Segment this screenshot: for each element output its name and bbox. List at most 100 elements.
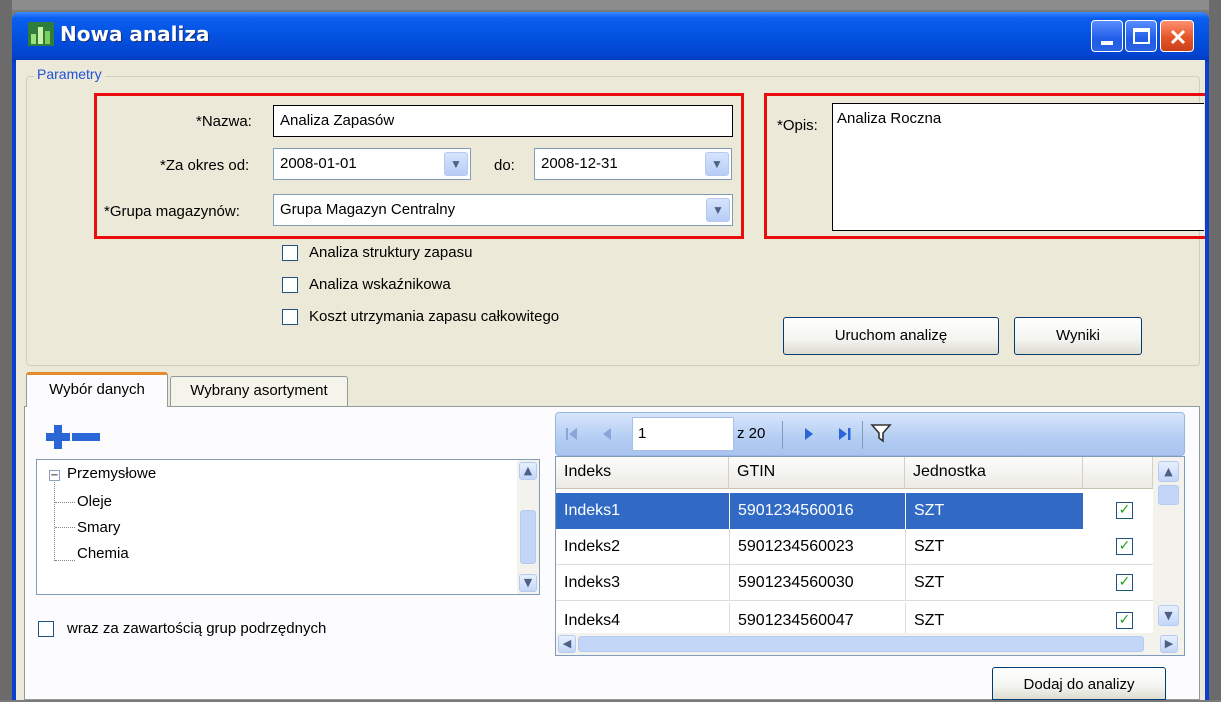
- tree-scroll-thumb[interactable]: [520, 510, 536, 564]
- period-from-date-picker[interactable]: 2008-01-01 ▼: [273, 148, 471, 180]
- cell-indeks: Indeks1: [564, 502, 621, 519]
- filter-icon[interactable]: [870, 423, 892, 443]
- cell-gtin: 5901234560016: [729, 493, 905, 529]
- tree-branch: [55, 502, 75, 503]
- analysis-app-icon: [28, 22, 54, 46]
- grid-hscroll-thumb[interactable]: [578, 636, 1144, 652]
- tree-node-root[interactable]: Przemysłowe: [67, 465, 156, 482]
- scroll-down-icon[interactable]: ▼: [519, 574, 537, 592]
- page-number-input[interactable]: 1: [632, 417, 734, 451]
- name-label: *Nazwa:: [196, 113, 252, 130]
- assortment-grid[interactable]: Indeks GTIN Jednostka Indeks1 5901234560…: [555, 456, 1185, 656]
- column-header-indeks[interactable]: Indeks: [556, 457, 729, 489]
- tree-node-greases[interactable]: Smary: [77, 519, 120, 536]
- cell-indeks: Indeks2: [564, 538, 621, 555]
- name-value: Analiza Zapasów: [280, 112, 395, 129]
- warehouse-group-select[interactable]: Grupa Magazyn Centralny ▼: [273, 194, 733, 226]
- scroll-up-icon[interactable]: ▲: [1158, 461, 1179, 482]
- minus-icon: [72, 433, 100, 441]
- indicator-analysis-label: Analiza wskaźnikowa: [309, 276, 451, 293]
- subgroups-checkbox[interactable]: [38, 621, 54, 637]
- cell-check: ✓: [1083, 493, 1153, 529]
- column-header-check[interactable]: [1083, 457, 1153, 489]
- chevron-down-icon[interactable]: ▼: [444, 152, 468, 176]
- table-row[interactable]: Indeks2 5901234560023 SZT ✓: [556, 529, 1153, 565]
- description-value: Analiza Roczna: [837, 110, 942, 127]
- grid-horizontal-scrollbar[interactable]: ◀ ▶: [556, 633, 1184, 655]
- grid-vertical-scrollbar[interactable]: ▲ ▼: [1153, 457, 1184, 633]
- close-button[interactable]: [1160, 20, 1194, 52]
- period-to-date-picker[interactable]: 2008-12-31 ▼: [534, 148, 732, 180]
- last-page-icon[interactable]: [836, 426, 854, 442]
- toolbar-separator: [862, 421, 863, 449]
- minimize-button[interactable]: [1091, 20, 1123, 52]
- collapse-icon[interactable]: −: [49, 470, 60, 481]
- structure-analysis-label: Analiza struktury zapasu: [309, 244, 473, 261]
- pager-toolbar: 1 z 20: [555, 412, 1185, 456]
- warehouse-group-label: *Grupa magazynów:: [104, 203, 240, 220]
- cell-jednostka: SZT: [905, 493, 1083, 529]
- tree-node-chemicals[interactable]: Chemia: [77, 545, 129, 562]
- cell-indeks: Indeks3: [564, 574, 621, 591]
- tree-scrollbar[interactable]: ▲ ▼: [517, 460, 539, 594]
- column-header-gtin[interactable]: GTIN: [729, 457, 905, 489]
- cell-gtin: 5901234560030: [729, 565, 905, 601]
- add-to-analysis-button[interactable]: Dodaj do analizy: [992, 667, 1166, 700]
- cell-jednostka: SZT: [905, 565, 1083, 601]
- description-label: *Opis:: [777, 117, 818, 134]
- holding-cost-checkbox[interactable]: [282, 309, 298, 325]
- chevron-down-icon[interactable]: ▼: [706, 198, 730, 222]
- next-page-icon[interactable]: [802, 426, 816, 442]
- results-button[interactable]: Wyniki: [1014, 317, 1142, 355]
- group-tree[interactable]: − Przemysłowe Oleje Smary Chemia ▲ ▼: [36, 459, 540, 595]
- period-from-label: *Za okres od:: [160, 157, 250, 174]
- cell-gtin: 5901234560023: [729, 529, 905, 565]
- table-row[interactable]: Indeks3 5901234560030 SZT ✓: [556, 565, 1153, 601]
- holding-cost-label: Koszt utrzymania zapasu całkowitego: [309, 308, 560, 325]
- warehouse-group-value: Grupa Magazyn Centralny: [280, 201, 456, 218]
- plus-icon: [46, 425, 70, 449]
- period-from-value: 2008-01-01: [280, 155, 357, 172]
- table-row[interactable]: Indeks1 5901234560016 SZT ✓: [556, 493, 1153, 529]
- first-page-icon[interactable]: [564, 426, 580, 442]
- description-field[interactable]: Analiza Roczna: [832, 103, 1204, 231]
- tab-selected-assortment[interactable]: Wybrany asortyment: [170, 376, 348, 406]
- name-field[interactable]: Analiza Zapasów: [273, 105, 733, 137]
- desktop-left-edge: [0, 0, 12, 700]
- chevron-down-icon[interactable]: ▼: [705, 152, 729, 176]
- page-total: z 20: [737, 425, 766, 442]
- row-checkbox[interactable]: ✓: [1116, 538, 1133, 555]
- tree-branch: [55, 560, 75, 561]
- row-checkbox[interactable]: ✓: [1116, 612, 1133, 629]
- desktop-right-edge: [1209, 0, 1221, 700]
- run-analysis-button[interactable]: Uruchom analizę: [783, 317, 999, 355]
- maximize-button[interactable]: [1125, 20, 1157, 52]
- tab-data-selection[interactable]: Wybór danych: [26, 372, 168, 407]
- period-to-label: do:: [494, 157, 515, 174]
- scroll-right-icon[interactable]: ▶: [1160, 635, 1178, 653]
- period-to-value: 2008-12-31: [541, 155, 618, 172]
- grid-scroll-thumb[interactable]: [1158, 485, 1179, 505]
- column-header-jednostka[interactable]: Jednostka: [905, 457, 1083, 489]
- tree-node-oils[interactable]: Oleje: [77, 493, 112, 510]
- row-checkbox[interactable]: ✓: [1116, 574, 1133, 591]
- minimize-icon: [1101, 41, 1113, 45]
- structure-analysis-checkbox[interactable]: [282, 245, 298, 261]
- scroll-left-icon[interactable]: ◀: [558, 635, 576, 653]
- desktop-background: [0, 0, 1221, 10]
- maximize-icon: [1133, 28, 1150, 44]
- previous-page-icon[interactable]: [600, 426, 614, 442]
- remove-group-button[interactable]: [72, 425, 102, 449]
- scroll-down-icon[interactable]: ▼: [1158, 605, 1179, 626]
- toolbar-separator: [782, 421, 783, 449]
- subgroups-label: wraz za zawartością grup podrzędnych: [67, 620, 327, 637]
- close-icon: [1170, 29, 1186, 45]
- scroll-up-icon[interactable]: ▲: [519, 462, 537, 480]
- row-checkbox[interactable]: ✓: [1116, 502, 1133, 519]
- tree-branch: [55, 527, 75, 528]
- indicator-analysis-checkbox[interactable]: [282, 277, 298, 293]
- window-title: Nowa analiza: [60, 22, 210, 46]
- parameters-legend: Parametry: [34, 66, 105, 82]
- add-group-button[interactable]: [46, 425, 70, 449]
- cell-jednostka: SZT: [905, 529, 1083, 565]
